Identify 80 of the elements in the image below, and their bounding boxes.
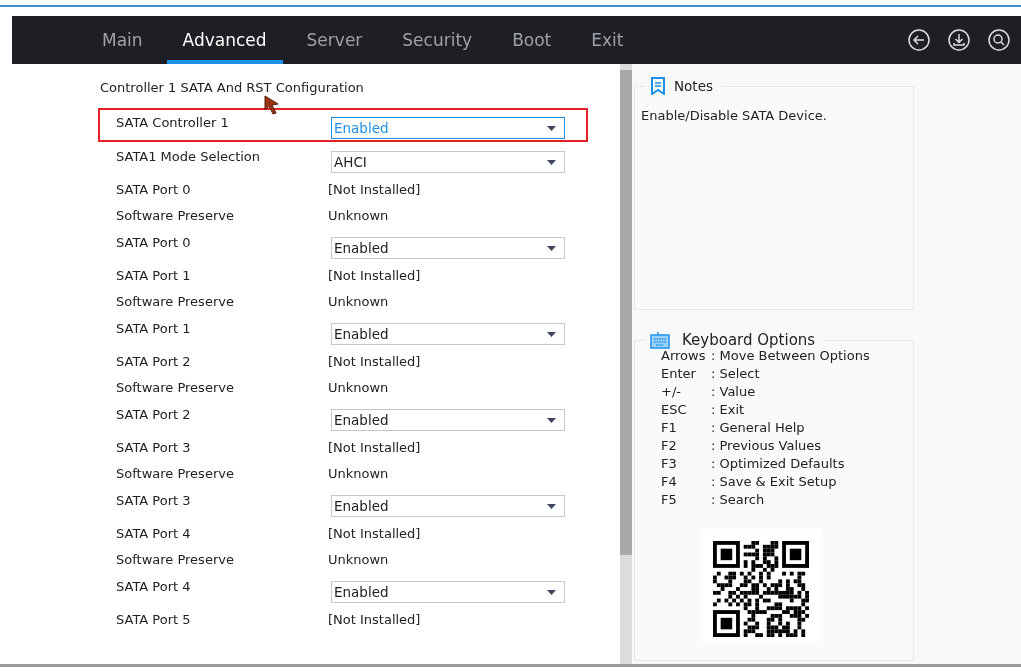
key-name: F4 [661,473,678,491]
setting-label: SATA Port 3 [116,439,192,455]
setting-row[interactable]: SATA Port 2 [Not Installed] [98,348,588,374]
dropdown[interactable]: Enabled [331,409,565,431]
notes-title: Notes [674,78,713,94]
setting-label: SATA Port 3 [116,492,192,508]
setting-row[interactable]: Software Preserve Unknown [98,374,588,400]
setting-row[interactable]: Software Preserve Unknown [98,460,588,486]
setting-label: SATA Port 0 [116,181,192,197]
setting-label: SATA Port 4 [116,578,192,594]
setting-label: SATA1 Mode Selection [116,148,262,164]
setting-value: Unknown [328,465,389,481]
key-name: Arrows [661,348,707,365]
setting-row[interactable]: SATA Port 1 Enabled [98,314,588,348]
key-name: F5 [661,491,678,509]
setting-value: [Not Installed] [328,611,421,627]
setting-value: [Not Installed] [328,267,421,283]
key-name: F1 [661,419,678,437]
setting-value: Unknown [328,293,389,309]
key-name: F2 [661,437,678,455]
notes-text: Enable/Disable SATA Device. [640,107,828,123]
setting-row[interactable]: SATA Port 4 Enabled [98,572,588,606]
key-action: : Save & Exit Setup [711,473,837,491]
setting-label: SATA Port 5 [116,611,192,627]
setting-label: SATA Port 0 [116,234,192,250]
setting-label: SATA Controller 1 [116,114,230,130]
tab[interactable]: Exit [591,16,624,64]
setting-row[interactable]: SATA Port 3 [Not Installed] [98,434,588,460]
key-action: : Move Between Options [711,348,870,365]
setting-value: [Not Installed] [328,525,421,541]
setting-value: Unknown [328,551,389,567]
setting-row[interactable]: Software Preserve Unknown [98,288,588,314]
setting-label: Software Preserve [116,207,235,223]
setting-label: Software Preserve [116,551,235,567]
setting-label: SATA Port 2 [116,353,192,369]
setting-label: SATA Port 2 [116,406,192,422]
key-name: ESC [661,401,688,419]
setting-value: [Not Installed] [328,181,421,197]
setting-label: Software Preserve [116,465,235,481]
setting-label: SATA Port 1 [116,320,192,336]
setting-value: [Not Installed] [328,439,421,455]
setting-row[interactable]: SATA Port 2 Enabled [98,400,588,434]
dropdown[interactable]: Enabled [331,581,565,603]
key-action: : Search [711,491,765,509]
key-action: : Value [711,383,756,401]
setting-value: Unknown [328,379,389,395]
setting-row[interactable]: Software Preserve Unknown [98,546,588,572]
section-title: Controller 1 SATA And RST Configuration [100,80,364,96]
setting-row[interactable]: SATA1 Mode Selection AHCI [98,142,588,176]
key-action: : General Help [711,419,805,437]
dropdown[interactable]: Enabled [331,237,565,259]
setting-value: [Not Installed] [328,353,421,369]
dropdown[interactable]: AHCI [331,151,565,173]
setting-label: SATA Port 4 [116,525,192,541]
key-action: : Optimized Defaults [711,455,845,473]
key-action: : Previous Values [711,437,822,455]
dropdown[interactable]: Enabled [331,495,565,517]
key-action: : Exit [711,401,745,419]
tab[interactable]: Boot [512,16,552,64]
key-action: : Select [711,365,760,383]
setting-row[interactable]: Software Preserve Unknown [98,202,588,228]
setting-row[interactable]: SATA Port 4 [Not Installed] [98,520,588,546]
setting-value: Unknown [328,207,389,223]
setting-label: Software Preserve [116,293,235,309]
setting-label: SATA Port 1 [116,267,192,283]
setting-row[interactable]: SATA Port 5 [Not Installed] [98,606,588,632]
setting-row[interactable]: SATA Port 1 [Not Installed] [98,262,588,288]
tab[interactable]: Main [102,16,143,64]
dropdown[interactable]: Enabled [331,323,565,345]
tab[interactable]: Server [306,16,363,64]
key-name: +/- [661,383,682,401]
setting-row[interactable]: SATA Port 3 Enabled [98,486,588,520]
selected-row-highlight[interactable]: SATA Controller 1 Enabled [98,108,588,142]
setting-label: Software Preserve [116,379,235,395]
keyboard-options-title: Keyboard Options [682,331,816,349]
tab[interactable]: Security [402,16,473,64]
setting-row[interactable]: SATA Port 0 Enabled [98,228,588,262]
key-name: F3 [661,455,678,473]
key-name: Enter [661,365,697,383]
setting-row[interactable]: SATA Port 0 [Not Installed] [98,176,588,202]
